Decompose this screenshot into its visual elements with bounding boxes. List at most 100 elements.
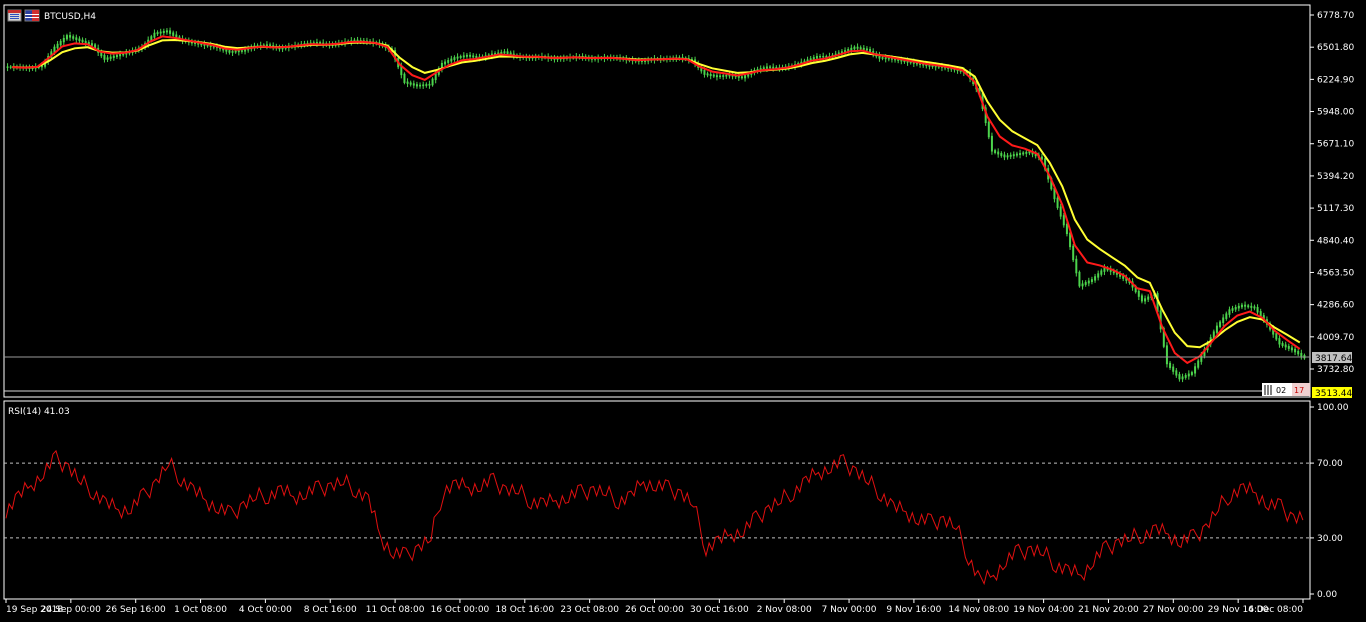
- rsi-tick-label: 100.00: [1317, 403, 1349, 413]
- candle-body: [112, 55, 115, 58]
- time-tick-label: 9 Nov 16:00: [886, 605, 941, 615]
- candle-body: [994, 150, 997, 153]
- candle-body: [1290, 347, 1293, 351]
- candle-body: [419, 84, 422, 87]
- candle-body: [1065, 223, 1068, 235]
- price-tick-label: 5394.20: [1317, 172, 1354, 182]
- candle-body: [715, 75, 718, 78]
- candle-body: [1087, 280, 1090, 284]
- time-axis: 19 Sep 201824 Sep 00:00 26 Sep 16:00 1 Oct…: [5, 599, 1304, 615]
- price-tick-label: 5671.10: [1317, 140, 1354, 150]
- candle-body: [403, 73, 406, 83]
- candle-body: [722, 75, 725, 77]
- candle-body: [1094, 276, 1097, 281]
- candle-body: [1100, 270, 1103, 275]
- candle-body: [231, 51, 234, 53]
- candle-body: [462, 55, 465, 58]
- price-tick-label: 3732.80: [1317, 365, 1354, 375]
- candle-body: [744, 75, 747, 79]
- candle-body: [1006, 155, 1009, 158]
- time-tick-label: 30 Oct 16:00: [690, 605, 749, 615]
- candle-body: [465, 54, 468, 57]
- candle-body: [1215, 325, 1218, 333]
- candle-body: [1284, 344, 1287, 348]
- price-tick-label: 5948.00: [1317, 108, 1354, 118]
- candle-body: [1294, 348, 1297, 353]
- candle-body: [1256, 307, 1259, 313]
- candle-body: [469, 54, 472, 57]
- candle-body: [1197, 360, 1200, 368]
- time-tick-label: 19 Nov 04:00: [1013, 605, 1074, 615]
- price-tick-label: 4840.40: [1317, 236, 1354, 246]
- price-tick-label: 6501.80: [1317, 43, 1354, 53]
- price-tick-label: 4563.50: [1317, 268, 1354, 278]
- candles: [6, 27, 1306, 383]
- candle-body: [1169, 362, 1172, 368]
- flag-icon[interactable]: [24, 9, 40, 22]
- candle-body: [772, 66, 775, 69]
- candle-body: [6, 66, 9, 68]
- chart-window-icon[interactable]: [7, 9, 22, 22]
- mini-buttons[interactable]: 02 17: [1262, 383, 1310, 396]
- candle-body: [1009, 154, 1012, 157]
- candle-body: [862, 47, 865, 50]
- candle-body: [1059, 206, 1062, 217]
- mini-button-2[interactable]: 17: [1294, 386, 1304, 395]
- candle-body: [75, 37, 78, 40]
- time-tick-label: 1 Oct 08:00: [174, 605, 227, 615]
- rsi-tick-label: 70.00: [1317, 459, 1343, 469]
- candle-body: [1072, 245, 1075, 261]
- candle-body: [1228, 309, 1231, 315]
- candle-body: [822, 55, 825, 58]
- price-axis: 6778.70 6501.80 6224.90 5948.00 5671.10 5394.…: [1310, 11, 1354, 375]
- candle-body: [1240, 304, 1243, 308]
- candle-body: [412, 83, 415, 86]
- time-tick-label: 18 Oct 16:00: [495, 605, 554, 615]
- candle-body: [990, 135, 993, 152]
- candle-body: [1056, 197, 1059, 208]
- candle-body: [856, 46, 859, 49]
- candle-body: [703, 69, 706, 75]
- candle-body: [1222, 317, 1225, 323]
- price-tick-label: 6224.90: [1317, 75, 1354, 85]
- rsi-axis: 100.00 70.00 30.00 0.00: [1310, 403, 1349, 600]
- candle-body: [1247, 305, 1250, 308]
- candle-body: [1281, 343, 1284, 346]
- candle-body: [115, 54, 118, 58]
- candle-body: [1000, 153, 1003, 156]
- time-tick-label: 26 Oct 00:00: [625, 605, 684, 615]
- time-tick-label: 8 Oct 16:00: [304, 605, 357, 615]
- candle-body: [1012, 154, 1015, 157]
- candle-body: [884, 57, 887, 60]
- candle-body: [431, 78, 434, 86]
- candle-body: [1194, 366, 1197, 374]
- candle-body: [1253, 306, 1256, 309]
- candle-body: [1181, 376, 1184, 380]
- candle-body: [1184, 375, 1187, 378]
- candle-body: [456, 56, 459, 59]
- time-tick-label: 4 Oct 00:00: [239, 605, 292, 615]
- candle-body: [1225, 313, 1228, 319]
- price-tick-label: 5117.30: [1317, 204, 1354, 214]
- candle-body: [819, 55, 822, 58]
- candle-body: [119, 53, 122, 57]
- candle-body: [1287, 345, 1290, 349]
- candle-body: [1219, 321, 1222, 328]
- candle-body: [425, 84, 428, 86]
- candle-body: [1297, 350, 1300, 355]
- candle-body: [56, 43, 59, 49]
- candle-body: [997, 151, 1000, 155]
- candle-body: [1190, 372, 1193, 375]
- candle-body: [9, 66, 12, 68]
- rsi-line: [5, 449, 1304, 586]
- bid-price-text: 3817.64: [1315, 354, 1352, 364]
- moving-averages: [12, 35, 1301, 365]
- candle-body: [1075, 258, 1078, 274]
- candle-body: [706, 73, 709, 76]
- candle-body: [72, 36, 75, 39]
- candle-body: [1187, 373, 1190, 377]
- candle-body: [159, 31, 162, 34]
- candle-body: [769, 66, 772, 69]
- mini-button-1[interactable]: 02: [1276, 386, 1286, 395]
- chart-canvas[interactable]: BTCUSD,H4 RSI(14) 41.03 6778.70 6501.80 62…: [0, 0, 1366, 622]
